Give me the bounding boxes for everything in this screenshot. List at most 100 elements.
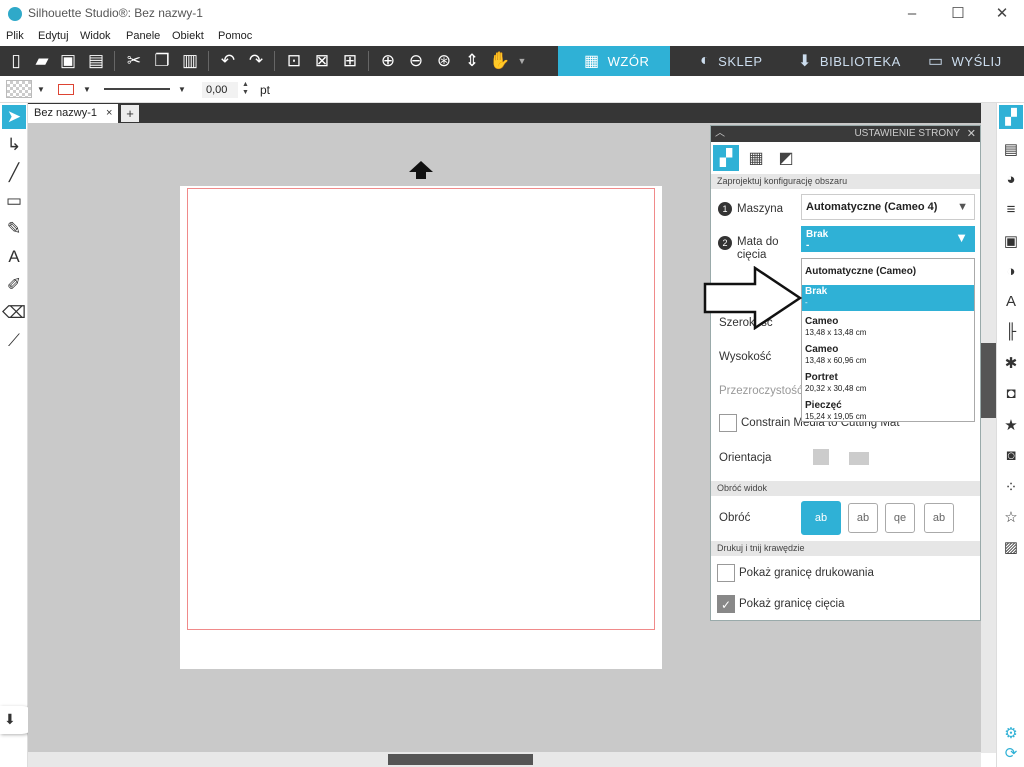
rotate-180-button[interactable]: qe: [885, 503, 915, 533]
contrast-icon[interactable]: ◑: [999, 259, 1023, 283]
hatch-icon[interactable]: ▨: [999, 535, 1023, 559]
scatter-icon[interactable]: ⁘: [999, 475, 1023, 499]
show-cut-border-checkbox[interactable]: ✓: [717, 595, 735, 613]
machine-select[interactable]: Automatyczne (Cameo 4) ▼: [801, 194, 975, 220]
dropdown-option[interactable]: Cameo 13,48 x 13,48 cm: [802, 315, 974, 339]
menu-panele[interactable]: Panele: [126, 30, 160, 42]
close-window-button[interactable]: ✕: [980, 2, 1024, 26]
star-outline-icon[interactable]: ☆: [999, 505, 1023, 529]
library-icon: ⬇: [798, 53, 812, 70]
chevron-down-icon[interactable]: ▼: [37, 85, 45, 94]
fit-to-page-icon[interactable]: ⇕: [460, 49, 484, 73]
page-setup-tab-icon[interactable]: ▞: [713, 145, 739, 171]
sketch-tool-icon[interactable]: ✐: [2, 273, 26, 297]
zoom-select-icon[interactable]: ⊛: [432, 49, 456, 73]
replicate-icon[interactable]: ✱: [999, 351, 1023, 375]
sync-icon[interactable]: ⟳: [999, 741, 1023, 765]
text-style-icon[interactable]: A: [999, 289, 1023, 313]
new-tab-button[interactable]: +: [121, 105, 139, 122]
option-name: Portret: [805, 372, 838, 383]
group-icon[interactable]: ⊡: [282, 49, 306, 73]
image-effects-icon[interactable]: ▣: [999, 229, 1023, 253]
cutting-mat-select[interactable]: Brak - ▼: [801, 226, 975, 252]
line-style-icon[interactable]: ≡: [999, 197, 1023, 221]
save-icon[interactable]: ▣: [56, 49, 80, 73]
fill-palette-icon[interactable]: ◕: [999, 167, 1023, 191]
document-tab[interactable]: Bez nazwy-1: [28, 104, 118, 123]
eraser-tool-icon[interactable]: ⌫: [2, 301, 26, 325]
menu-obiekt[interactable]: Obiekt: [172, 30, 204, 42]
vertical-scrollbar[interactable]: [981, 103, 996, 753]
pixscan-icon[interactable]: ▤: [999, 137, 1023, 161]
menu-widok[interactable]: Widok: [80, 30, 111, 42]
properties-bar: [0, 76, 1024, 103]
rotate-270-button[interactable]: ab: [924, 503, 954, 533]
chevron-down-icon[interactable]: ▼: [510, 49, 534, 73]
dropdown-option[interactable]: Pieczęć 15,24 x 19,05 cm: [802, 399, 974, 421]
cut-icon[interactable]: ✂: [122, 49, 146, 73]
offset-icon[interactable]: ★: [999, 413, 1023, 437]
line-width-stepper[interactable]: ▲ ▼: [242, 81, 249, 97]
page-setup-icon[interactable]: ▞: [999, 105, 1023, 129]
modify-icon[interactable]: ◘: [999, 381, 1023, 405]
line-tool-icon[interactable]: ╱: [2, 161, 26, 185]
fill-color-swatch[interactable]: [6, 80, 32, 98]
vertical-scroll-thumb[interactable]: [981, 343, 996, 418]
tab-wzor[interactable]: ▦ WZÓR: [558, 46, 670, 76]
collapse-icon[interactable]: ︿: [715, 126, 725, 142]
constrain-media-checkbox[interactable]: [719, 414, 737, 432]
portrait-orientation-icon[interactable]: [813, 449, 829, 465]
edit-points-icon[interactable]: ↳: [2, 133, 26, 157]
pan-hand-icon[interactable]: ✋: [488, 49, 512, 73]
knife-tool-icon[interactable]: ⟋: [2, 329, 26, 353]
registration-marks-tab-icon[interactable]: ◩: [773, 145, 799, 171]
tab-biblioteka[interactable]: ⬇ BIBLIOTEKA: [798, 46, 918, 76]
transparency-label: Przezroczystość: [719, 385, 803, 397]
zoom-out-icon[interactable]: ⊖: [404, 49, 428, 73]
rotate-90-button[interactable]: ab: [848, 503, 878, 533]
tab-sklep[interactable]: ◐ SKLEP: [700, 46, 790, 76]
show-print-border-checkbox[interactable]: [717, 564, 735, 582]
landscape-orientation-icon[interactable]: [849, 452, 869, 465]
menu-edytuj[interactable]: Edytuj: [38, 30, 69, 42]
grid-settings-tab-icon[interactable]: ▦: [743, 145, 769, 171]
new-file-icon[interactable]: ▯: [4, 49, 28, 73]
paste-icon[interactable]: ▥: [178, 49, 202, 73]
menu-plik[interactable]: Plik: [6, 30, 24, 42]
open-folder-icon[interactable]: ▰: [30, 49, 54, 73]
select-tool-icon[interactable]: ➤: [2, 105, 26, 129]
line-style-selector[interactable]: [104, 88, 170, 90]
minimize-button[interactable]: –: [890, 2, 934, 26]
undo-icon[interactable]: ↶: [216, 49, 240, 73]
align-icon[interactable]: ╟: [999, 319, 1023, 343]
trace-panel-icon[interactable]: ◙: [999, 443, 1023, 467]
pencil-tool-icon[interactable]: ✎: [2, 217, 26, 241]
rectangle-tool-icon[interactable]: ▭: [2, 189, 26, 213]
zoom-in-icon[interactable]: ⊕: [376, 49, 400, 73]
horizontal-scroll-thumb[interactable]: [388, 754, 533, 765]
menu-pomoc[interactable]: Pomoc: [218, 30, 252, 42]
trace-icon[interactable]: ⊞: [338, 49, 362, 73]
redo-icon[interactable]: ↷: [244, 49, 268, 73]
dropdown-option[interactable]: Cameo 13,48 x 60,96 cm: [802, 343, 974, 367]
left-toolbar: ➤ ↳ ╱ ▭ ✎ A ✐ ⌫ ⟋: [0, 103, 28, 767]
chevron-down-icon[interactable]: ▼: [83, 85, 91, 94]
chevron-down-icon[interactable]: ▼: [178, 85, 186, 94]
toolbar-divider: [114, 51, 115, 71]
rotate-0-button[interactable]: ab: [801, 501, 841, 535]
close-tab-icon[interactable]: ×: [106, 107, 112, 119]
show-cut-border-label: Pokaż granicę cięcia: [739, 598, 845, 610]
close-icon[interactable]: ✕: [967, 126, 976, 142]
ungroup-icon[interactable]: ⊠: [310, 49, 334, 73]
line-color-swatch[interactable]: [58, 84, 74, 95]
text-tool-icon[interactable]: A: [2, 245, 26, 269]
dropdown-option[interactable]: Portret 20,32 x 30,48 cm: [802, 371, 974, 395]
copy-icon[interactable]: ❐: [150, 49, 174, 73]
maximize-button[interactable]: ☐: [936, 2, 980, 26]
dropdown-option-selected[interactable]: Brak -: [802, 285, 974, 311]
line-width-input[interactable]: [202, 82, 238, 98]
print-icon[interactable]: ▤: [84, 49, 108, 73]
tab-wyslij[interactable]: ▭ WYŚLIJ: [928, 46, 1018, 76]
dropdown-option[interactable]: Automatyczne (Cameo): [802, 265, 974, 278]
option-name: Cameo: [805, 344, 839, 355]
